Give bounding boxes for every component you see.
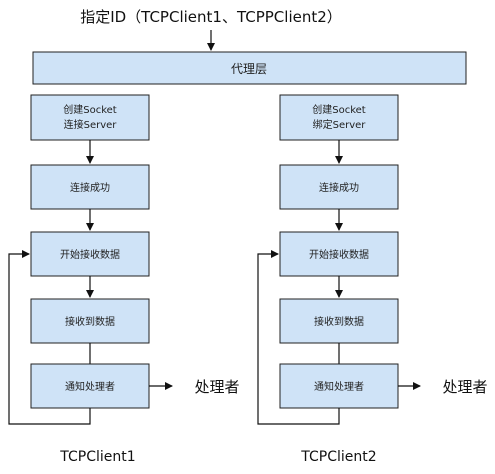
client1-step1-line2: 连接Server <box>64 118 118 131</box>
client2-data-received-box: 接收到数据 <box>279 298 399 344</box>
proxy-layer-label: 代理层 <box>231 62 267 76</box>
target-id-label: 指定ID（TCPClient1、TCPPClient2） <box>80 8 342 26</box>
flow-diagram: 指定ID（TCPClient1、TCPPClient2） 代理层 创建Socke… <box>8 8 488 465</box>
client1-step5: 通知处理者 <box>65 380 115 393</box>
client2-notify-handler-box: 通知处理者 <box>279 363 399 409</box>
client1-connected-box: 连接成功 <box>30 164 150 210</box>
client1-step3: 开始接收数据 <box>60 248 120 261</box>
client2-step3: 开始接收数据 <box>309 248 369 261</box>
client1-data-received-box: 接收到数据 <box>30 298 150 344</box>
client1-name: TCPClient1 <box>59 449 135 465</box>
client1-create-socket-box: 创建Socket 连接Server <box>30 94 150 141</box>
proxy-layer-box: 代理层 <box>32 51 467 85</box>
client2-step1-line1: 创建Socket <box>312 103 366 116</box>
client2-step4: 接收到数据 <box>314 315 364 328</box>
client2-step2: 连接成功 <box>319 181 359 194</box>
client2-step5: 通知处理者 <box>314 380 364 393</box>
client1-column: 创建Socket 连接Server 连接成功 开始接收数据 接收到数据 通知处理… <box>8 94 240 465</box>
client1-start-receive-box: 开始接收数据 <box>30 231 150 277</box>
client2-start-receive-box: 开始接收数据 <box>279 231 399 277</box>
client1-notify-handler-box: 通知处理者 <box>30 363 150 409</box>
client2-connected-box: 连接成功 <box>279 164 399 210</box>
client2-column: 创建Socket 绑定Server 连接成功 开始接收数据 接收到数据 通知处理… <box>257 94 488 465</box>
client1-step4: 接收到数据 <box>65 315 115 328</box>
client2-handler-label: 处理者 <box>442 378 487 396</box>
client1-handler-label: 处理者 <box>194 378 239 396</box>
client2-step1-line2: 绑定Server <box>313 118 367 131</box>
client1-step2: 连接成功 <box>70 181 110 194</box>
client2-name: TCPClient2 <box>300 449 376 465</box>
client2-create-socket-box: 创建Socket 绑定Server <box>279 94 399 141</box>
client1-step1-line1: 创建Socket <box>63 103 117 116</box>
